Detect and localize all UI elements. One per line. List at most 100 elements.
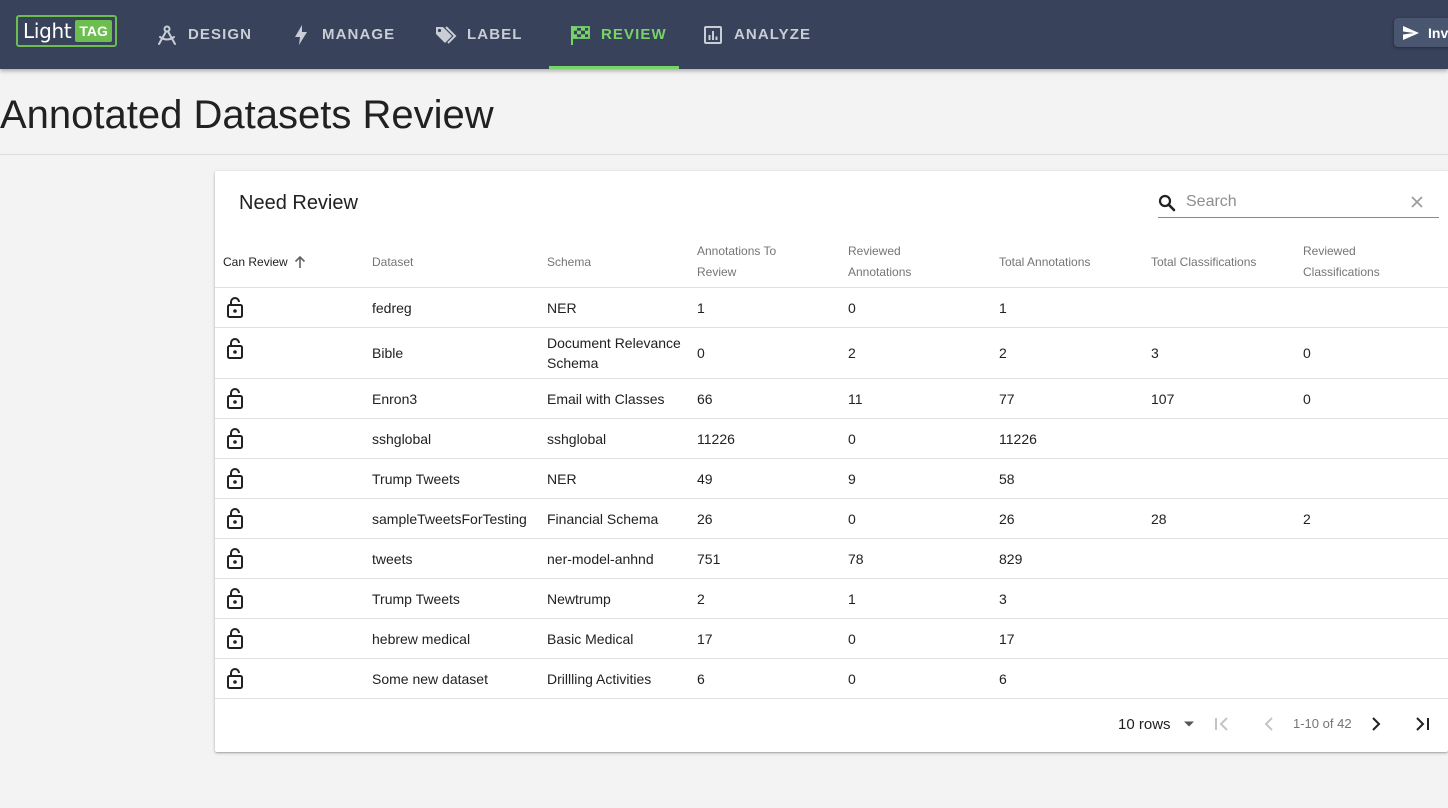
table-row[interactable]: Trump Tweets NER 49 9 58	[215, 459, 1448, 499]
lock-open-icon[interactable]	[223, 328, 247, 378]
column-header-annotations-to-review-line2: Review	[697, 265, 737, 279]
lock-open-icon[interactable]	[223, 379, 247, 418]
cell-total-classifications: 3	[1151, 345, 1159, 361]
column-header-dataset[interactable]: Dataset	[372, 236, 413, 288]
rows-per-page-select[interactable]: 10 rows	[1118, 712, 1195, 736]
lighttag-logo[interactable]: Light TAG	[16, 15, 117, 47]
nav-manage[interactable]: Manage	[288, 0, 395, 69]
tags-icon	[433, 22, 459, 48]
cell-schema: Basic Medical	[547, 630, 634, 647]
caret-down-icon	[1183, 720, 1195, 728]
next-page-icon[interactable]	[1365, 713, 1387, 735]
search-icon	[1158, 194, 1176, 217]
cell-reviewed-annotations: 11	[848, 390, 863, 407]
cell-total-annotations: 11226	[999, 430, 1037, 447]
column-header-total-annotations-label: Total Annotations	[999, 254, 1091, 269]
cell-reviewed-classifications: 0	[1303, 345, 1311, 361]
cell-dataset: Trump Tweets	[372, 590, 460, 607]
cell-annotations-to-review: 17	[697, 630, 713, 647]
column-header-reviewed-annotations-line2: Annotations	[848, 265, 912, 279]
previous-page-icon[interactable]	[1259, 713, 1281, 735]
lock-open-icon[interactable]	[223, 288, 247, 327]
cell-schema: sshglobal	[547, 430, 607, 447]
column-header-annotations-to-review-line1: Annotations To	[697, 244, 777, 258]
logo-text: Light	[23, 19, 72, 43]
first-page-icon[interactable]	[1211, 713, 1233, 735]
cell-schema: NER	[547, 299, 577, 316]
lock-open-icon[interactable]	[223, 419, 247, 458]
cell-dataset: Enron3	[372, 390, 418, 407]
nav-label[interactable]: Label	[433, 0, 523, 69]
nav-label-label: Label	[467, 26, 523, 43]
cell-total-classifications: 28	[1151, 510, 1167, 527]
active-tab-indicator	[549, 66, 679, 69]
invite-button[interactable]: Inv	[1394, 18, 1448, 47]
cell-annotations-to-review: 11226	[697, 430, 735, 447]
column-header-dataset-label: Dataset	[372, 254, 414, 269]
nav-review[interactable]: Review	[567, 0, 667, 69]
cell-schema: Financial Schema	[547, 510, 659, 527]
lock-open-icon[interactable]	[223, 459, 247, 498]
nav-design-label: Design	[188, 26, 253, 43]
cell-dataset: Bible	[372, 345, 404, 361]
cell-reviewed-annotations: 0	[848, 670, 856, 687]
cell-total-annotations: 77	[999, 390, 1015, 407]
table-row[interactable]: tweets ner-model-anhnd 751 78 829	[215, 539, 1448, 579]
table-row[interactable]: sampleTweetsForTesting Financial Schema …	[215, 499, 1448, 539]
cell-annotations-to-review: 1	[697, 299, 705, 316]
cell-schema: Email with Classes	[547, 390, 665, 407]
table-row[interactable]: hebrew medical Basic Medical 17 0 17	[215, 619, 1448, 659]
column-header-reviewed-classifications[interactable]: Reviewed Classifications	[1303, 236, 1380, 288]
cell-reviewed-classifications: 2	[1303, 510, 1311, 527]
cell-reviewed-classifications: 0	[1303, 390, 1311, 407]
page-range-text: 1-10 of 42	[1293, 716, 1352, 731]
cell-dataset: fedreg	[372, 299, 412, 316]
cell-total-annotations: 829	[999, 550, 1023, 567]
column-header-total-annotations[interactable]: Total Annotations	[999, 236, 1090, 288]
nav-design[interactable]: Design	[154, 0, 252, 69]
cell-reviewed-annotations: 0	[848, 430, 856, 447]
top-navigation-bar: Light TAG Design Manage Label Review Ana…	[0, 0, 1448, 69]
column-header-total-classifications[interactable]: Total Classifications	[1151, 236, 1256, 288]
checkered-flag-icon	[567, 22, 593, 48]
last-page-icon[interactable]	[1412, 713, 1434, 735]
lock-open-icon[interactable]	[223, 619, 247, 658]
table-row[interactable]: Bible Document Relevance Schema 0 2 2 3 …	[215, 328, 1448, 379]
column-header-can-review[interactable]: Can Review	[223, 236, 307, 288]
cell-dataset: hebrew medical	[372, 630, 471, 647]
cell-reviewed-annotations: 2	[848, 345, 856, 361]
lock-open-icon[interactable]	[223, 499, 247, 538]
lock-open-icon[interactable]	[223, 659, 247, 698]
column-header-annotations-to-review[interactable]: Annotations To Review	[697, 236, 776, 288]
cell-dataset: tweets	[372, 550, 413, 567]
cell-dataset: sampleTweetsForTesting	[372, 510, 527, 527]
cell-reviewed-annotations: 9	[848, 470, 856, 487]
cell-reviewed-annotations: 1	[848, 590, 856, 607]
lock-open-icon[interactable]	[223, 539, 247, 578]
nav-analyze-label: Analyze	[734, 26, 812, 43]
send-icon	[1402, 25, 1420, 41]
sort-ascending-icon	[293, 255, 307, 269]
column-header-reviewed-classifications-line1: Reviewed	[1303, 244, 1356, 258]
column-header-schema-label: Schema	[547, 254, 592, 269]
search-field	[1158, 187, 1439, 218]
cell-total-classifications: 107	[1151, 390, 1175, 407]
nav-manage-label: Manage	[322, 26, 396, 43]
table-row[interactable]: Enron3 Email with Classes 66 11 77 107 0	[215, 379, 1448, 419]
bar-chart-icon	[700, 22, 726, 48]
search-input[interactable]	[1186, 191, 1406, 213]
column-header-reviewed-classifications-line2: Classifications	[1303, 265, 1380, 279]
column-header-schema[interactable]: Schema	[547, 236, 591, 288]
page-title: Annotated Datasets Review	[0, 93, 494, 137]
cell-annotations-to-review: 751	[697, 550, 721, 567]
nav-analyze[interactable]: Analyze	[700, 0, 811, 69]
lock-open-icon[interactable]	[223, 579, 247, 618]
table-row[interactable]: sshglobal sshglobal 11226 0 11226	[215, 419, 1448, 459]
invite-button-label: Inv	[1428, 24, 1448, 41]
table-row[interactable]: Some new dataset Drillling Activities 6 …	[215, 659, 1448, 699]
table-row[interactable]: fedreg NER 1 0 1	[215, 288, 1448, 328]
column-header-reviewed-annotations[interactable]: Reviewed Annotations	[848, 236, 911, 288]
table-row[interactable]: Trump Tweets Newtrump 2 1 3	[215, 579, 1448, 619]
cell-total-annotations: 1	[999, 299, 1007, 316]
clear-search-icon[interactable]	[1410, 195, 1424, 214]
